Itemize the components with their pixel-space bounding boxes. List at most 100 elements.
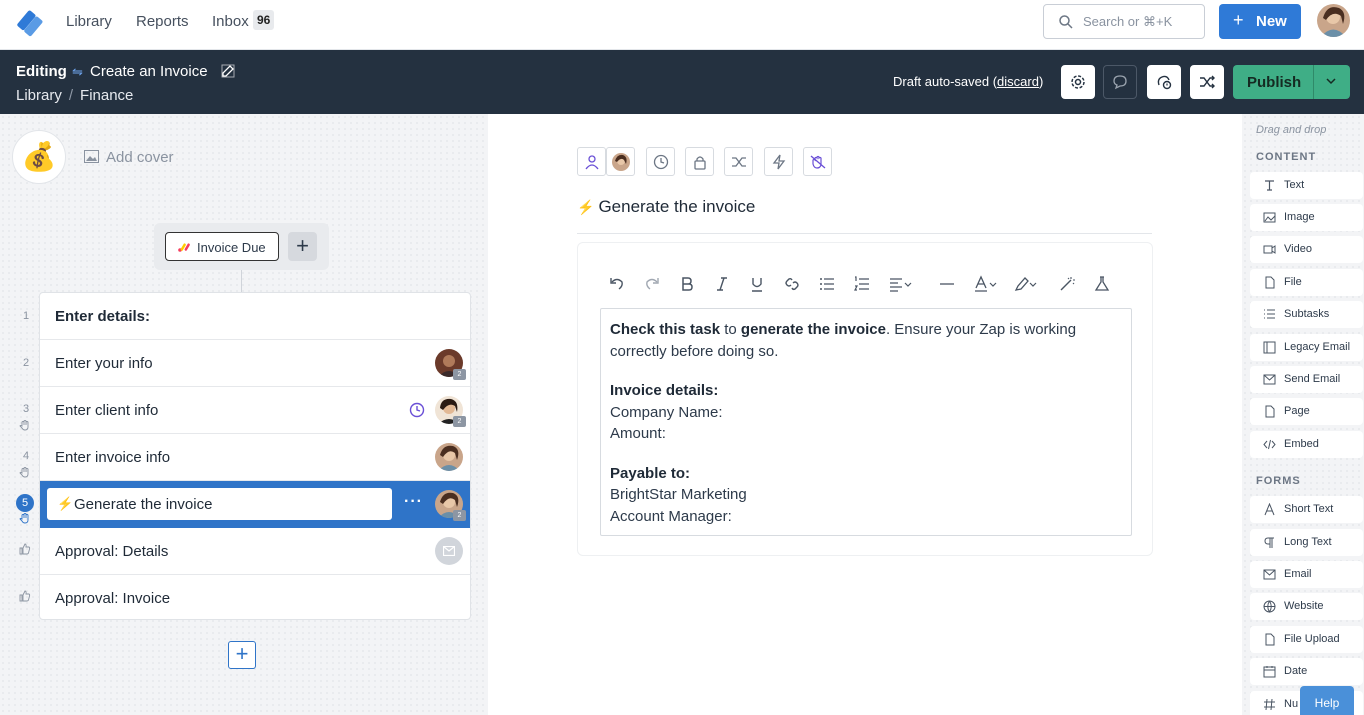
widget-page[interactable]: Page [1250,398,1363,425]
assign-button[interactable] [577,147,606,176]
clear-format-button[interactable] [1056,273,1078,295]
drag-hand-icon[interactable] [19,512,31,524]
search-placeholder: Search or ⌘+K [1083,14,1173,29]
image-icon [84,150,99,163]
new-button[interactable]: + New [1219,4,1301,39]
user-avatar[interactable] [1317,4,1350,37]
task-heading-enter-details[interactable]: Enter details: [40,293,470,340]
underline-button[interactable] [746,273,768,295]
divider [577,233,1152,234]
text-widget: Check this task to generate the invoice.… [577,242,1153,556]
conditional-logic-button[interactable] [724,147,753,176]
task-enter-invoice-info[interactable]: Enter invoice info [40,434,470,481]
widget-website[interactable]: Website [1250,593,1363,620]
widget-send-email[interactable]: Send Email [1250,366,1363,393]
add-cover-button[interactable]: Add cover [84,149,174,166]
widget-date[interactable]: Date [1250,658,1363,685]
email-assignee-avatar[interactable] [435,537,463,565]
link-button[interactable] [781,273,803,295]
app-logo-icon[interactable] [16,8,46,38]
task-enter-your-info[interactable]: Enter your info 2 [40,340,470,387]
legacy-email-icon [1263,341,1276,354]
hide-from-button[interactable] [803,147,832,176]
breadcrumb-finance[interactable]: Finance [80,87,133,104]
widget-file-upload[interactable]: File Upload [1250,626,1363,653]
widget-embed[interactable]: Embed [1250,431,1363,458]
nav-inbox[interactable]: Inbox [212,13,249,30]
trigger-area: Invoice Due + [154,223,329,270]
publish-button[interactable]: Publish [1233,65,1350,99]
widget-label: Nu [1284,698,1299,710]
widget-subtasks[interactable]: Subtasks [1250,301,1363,328]
permissions-button[interactable] [685,147,714,176]
align-dropdown[interactable] [886,273,914,295]
assignee-avatar[interactable] [435,443,463,471]
workflow-emoji[interactable]: 💰 [12,130,66,184]
automation-button[interactable] [764,147,793,176]
nav-reports[interactable]: Reports [136,13,189,30]
widget-label: Legacy Email [1284,341,1351,353]
assignee-avatar-icon [612,153,630,171]
numbered-list-button[interactable] [851,273,873,295]
undo-button[interactable] [606,273,628,295]
trigger-label: Invoice Due [197,240,266,255]
workflow-title[interactable]: Create an Invoice [90,63,208,80]
numbered-list-icon [854,276,869,291]
widget-text[interactable]: Text [1250,172,1363,199]
trigger-invoice-due[interactable]: Invoice Due [165,232,279,261]
widget-file[interactable]: File [1250,269,1363,296]
forms-section-heading: FORMS [1256,475,1301,487]
widget-short-text[interactable]: Short Text [1250,496,1363,523]
editing-label: Editing [16,63,67,80]
text-color-icon [975,275,997,292]
inbox-count-badge: 96 [253,10,275,30]
widget-image[interactable]: Image [1250,204,1363,231]
nav-library[interactable]: Library [66,13,112,30]
user-icon [585,155,599,170]
task-name-input[interactable]: ⚡ Generate the invoice [47,488,392,520]
highlight-dropdown[interactable] [1011,273,1039,295]
assignee-avatar-button[interactable] [606,147,635,176]
add-trigger-button[interactable]: + [288,232,317,261]
settings-button[interactable] [1061,65,1095,99]
activity-button[interactable] [1147,65,1181,99]
chevron-down-icon[interactable] [1325,75,1337,87]
bullet-list-button[interactable] [816,273,838,295]
horizontal-rule-button[interactable] [936,273,958,295]
task-generate-the-invoice[interactable]: ⚡ Generate the invoice ··· 2 [40,481,470,528]
task-approval-details[interactable]: Approval: Details [40,528,470,575]
search-input[interactable]: Search or ⌘+K [1043,4,1205,39]
draft-status-text: Draft auto-saved ( [893,74,998,89]
italic-button[interactable] [711,273,733,295]
underline-icon [752,278,762,292]
add-task-button[interactable]: + [228,641,256,669]
due-date-button[interactable] [646,147,675,176]
drag-hand-icon[interactable] [19,419,31,431]
account-manager-line: Account Manager: [610,507,732,525]
rich-text-editor[interactable]: Check this task to generate the invoice.… [600,308,1132,536]
shuffle-button[interactable] [1190,65,1224,99]
lightning-icon: ⚡ [57,496,74,511]
drag-hand-icon[interactable] [19,466,31,478]
text-color-dropdown[interactable] [971,273,999,295]
breadcrumb-library[interactable]: Library [16,87,62,104]
comments-button[interactable] [1103,65,1137,99]
widget-label: Email [1284,568,1312,580]
mail-icon [1263,569,1276,580]
help-button[interactable]: Help [1300,686,1354,715]
top-nav: Library Reports Inbox 96 Search or ⌘+K +… [0,0,1364,50]
payable-to-heading: Payable to: [610,464,691,482]
widget-video[interactable]: Video [1250,236,1363,263]
bold-button[interactable] [676,273,698,295]
task-enter-client-info[interactable]: Enter client info 2 [40,387,470,434]
more-options-icon[interactable]: ··· [404,493,423,511]
task-approval-invoice[interactable]: Approval: Invoice [40,575,470,622]
discard-link[interactable]: discard [997,74,1039,89]
task-title[interactable]: ⚡ Generate the invoice [577,197,755,217]
widget-email[interactable]: Email [1250,561,1363,588]
redo-button[interactable] [641,273,663,295]
widget-legacy-email[interactable]: Legacy Email [1250,334,1363,361]
widget-long-text[interactable]: Long Text [1250,529,1363,556]
edit-title-icon[interactable] [221,64,235,78]
variable-button[interactable] [1091,273,1113,295]
